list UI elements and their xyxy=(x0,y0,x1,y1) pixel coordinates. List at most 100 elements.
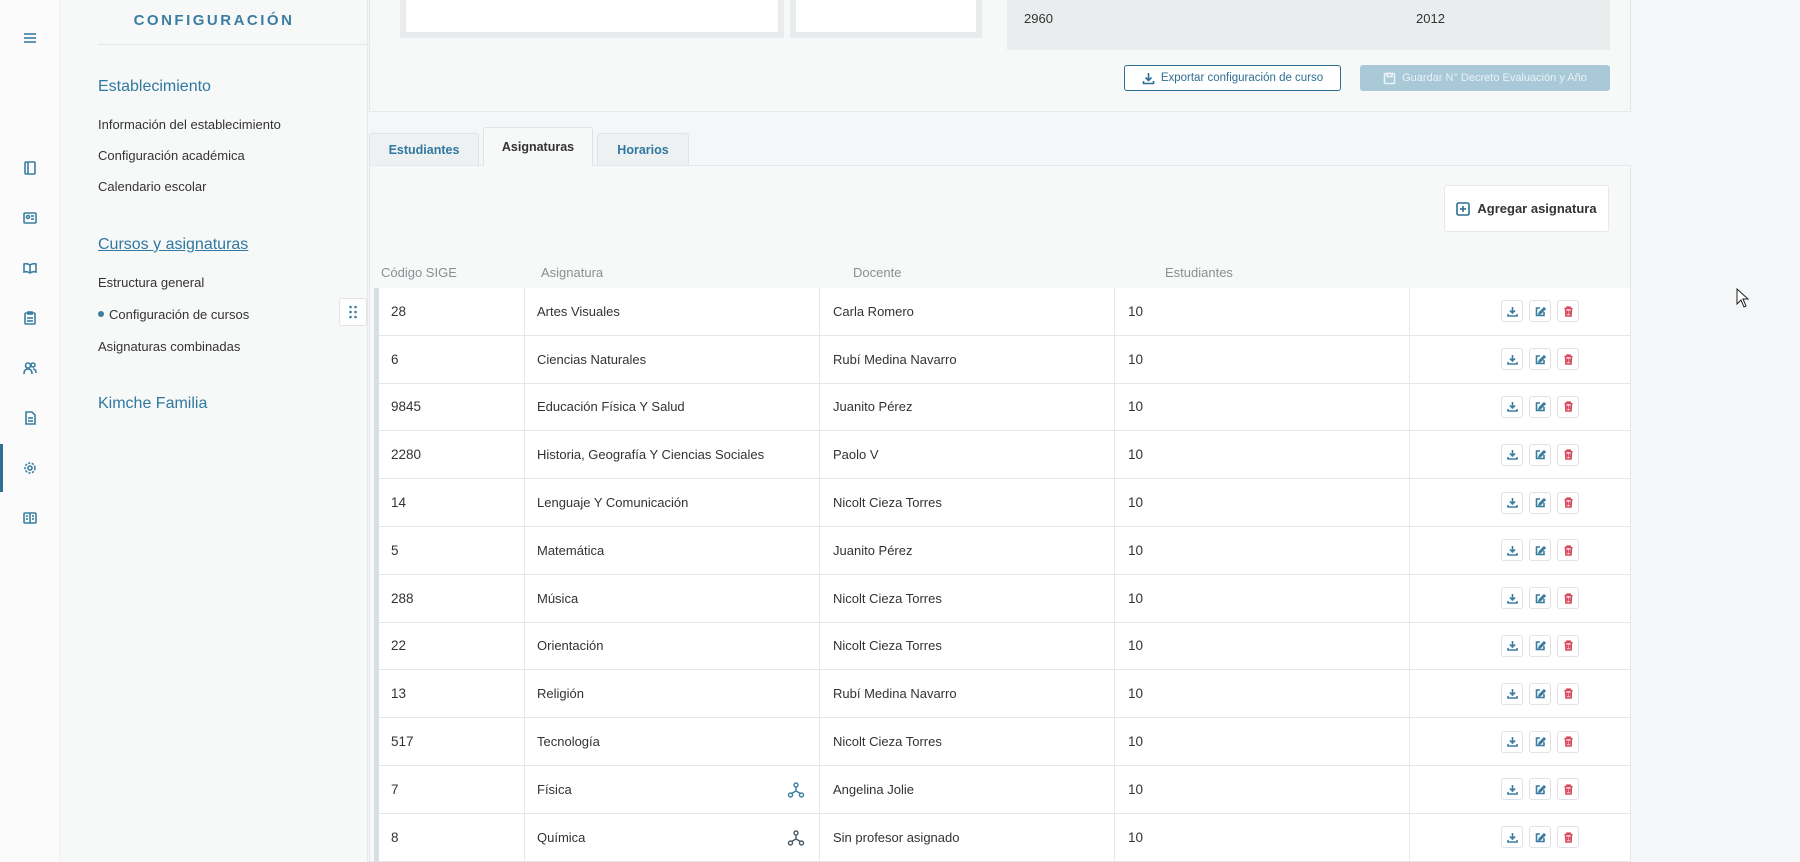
cell-actions xyxy=(1410,814,1630,861)
clipboard-icon[interactable] xyxy=(0,298,60,338)
cell-code: 13 xyxy=(379,670,525,718)
merge-icon[interactable] xyxy=(787,829,805,847)
edit-icon[interactable] xyxy=(1529,443,1551,466)
cell-students: 10 xyxy=(1115,288,1410,335)
trash-icon[interactable] xyxy=(1557,539,1579,562)
download-icon[interactable] xyxy=(1501,300,1523,323)
download-icon[interactable] xyxy=(1501,348,1523,371)
cell-teacher: Nicolt Cieza Torres xyxy=(820,622,1115,670)
download-icon[interactable] xyxy=(1501,778,1523,801)
users-icon[interactable] xyxy=(0,348,60,388)
cell-subject: Lenguaje Y Comunicación xyxy=(525,479,820,526)
cell-teacher: Juanito Pérez xyxy=(820,526,1115,574)
download-icon[interactable] xyxy=(1501,826,1523,849)
edit-icon[interactable] xyxy=(1529,539,1551,562)
trash-icon[interactable] xyxy=(1557,682,1579,705)
header-asignatura: Asignatura xyxy=(541,265,604,280)
download-icon[interactable] xyxy=(1501,682,1523,705)
decree-year: 2012 xyxy=(1416,11,1445,26)
merge-icon[interactable] xyxy=(787,781,805,799)
subject-name: Tecnología xyxy=(537,734,600,750)
trash-icon[interactable] xyxy=(1557,634,1579,657)
tab-estudiantes[interactable]: Estudiantes xyxy=(369,133,479,165)
document-icon[interactable] xyxy=(0,398,60,438)
sidebar-link-config-academica[interactable]: Configuración académica xyxy=(98,148,245,163)
subject-name: Matemática xyxy=(537,542,605,558)
sidebar-link-calendario[interactable]: Calendario escolar xyxy=(98,179,206,194)
cell-code: 7 xyxy=(379,765,525,813)
download-icon[interactable] xyxy=(1501,634,1523,657)
subject-name: Artes Visuales xyxy=(537,303,620,319)
edit-icon[interactable] xyxy=(1529,682,1551,705)
edit-icon[interactable] xyxy=(1529,491,1551,514)
cell-students: 10 xyxy=(1115,670,1410,718)
download-icon[interactable] xyxy=(1501,395,1523,418)
download-icon[interactable] xyxy=(1501,539,1523,562)
table-row: 5 Matemática Juanito Pérez 10 xyxy=(379,526,1630,575)
menu-icon[interactable] xyxy=(0,18,60,58)
sidebar-link-estructura[interactable]: Estructura general xyxy=(98,275,204,290)
edit-icon[interactable] xyxy=(1529,300,1551,323)
table-row: 13 Religión Rubí Medina Navarro 10 xyxy=(379,670,1630,719)
drag-handle-icon[interactable] xyxy=(339,298,367,326)
tab-asignaturas[interactable]: Asignaturas xyxy=(483,127,593,166)
cell-students: 10 xyxy=(1115,765,1410,813)
sidebar-link-informacion[interactable]: Información del establecimiento xyxy=(98,117,281,132)
cell-subject: Ciencias Naturales xyxy=(525,335,820,383)
section-familia[interactable]: Kimche Familia xyxy=(98,395,207,413)
cell-subject: Matemática xyxy=(525,526,820,574)
save-decree-button[interactable]: Guardar N° Decreto Evaluación y Año xyxy=(1360,65,1610,91)
edit-icon[interactable] xyxy=(1529,395,1551,418)
cell-actions xyxy=(1410,479,1630,526)
cell-teacher: Sin profesor asignado xyxy=(820,813,1115,861)
add-subject-button[interactable]: Agregar asignatura xyxy=(1444,185,1609,232)
sidebar-link-combinadas[interactable]: Asignaturas combinadas xyxy=(98,339,240,354)
header-estudiantes: Estudiantes xyxy=(1165,265,1233,280)
cell-code: 28 xyxy=(379,288,525,335)
trash-icon[interactable] xyxy=(1557,730,1579,753)
download-icon xyxy=(1142,72,1155,84)
trash-icon[interactable] xyxy=(1557,300,1579,323)
download-icon[interactable] xyxy=(1501,491,1523,514)
trash-icon[interactable] xyxy=(1557,395,1579,418)
manual-icon[interactable] xyxy=(0,498,60,538)
edit-icon[interactable] xyxy=(1529,778,1551,801)
download-icon[interactable] xyxy=(1501,730,1523,753)
download-icon[interactable] xyxy=(1501,587,1523,610)
trash-icon[interactable] xyxy=(1557,491,1579,514)
cell-subject: Física xyxy=(525,765,820,813)
gear-icon[interactable] xyxy=(0,444,60,492)
cell-actions xyxy=(1410,336,1630,383)
edit-icon[interactable] xyxy=(1529,348,1551,371)
section-establecimiento[interactable]: Establecimiento xyxy=(98,78,211,96)
table-row: 2280 Historia, Geografía Y Ciencias Soci… xyxy=(379,431,1630,480)
table-row: 28 Artes Visuales Carla Romero 10 xyxy=(379,288,1630,336)
subject-name: Religión xyxy=(537,686,584,702)
book-icon[interactable] xyxy=(0,148,60,188)
section-cursos[interactable]: Cursos y asignaturas xyxy=(98,236,248,254)
trash-icon[interactable] xyxy=(1557,348,1579,371)
cell-code: 9845 xyxy=(379,383,525,431)
sidebar-link-config-cursos[interactable]: Configuración de cursos xyxy=(109,307,249,322)
cell-actions xyxy=(1410,384,1630,431)
download-icon[interactable] xyxy=(1501,443,1523,466)
cell-code: 14 xyxy=(379,479,525,526)
export-config-button[interactable]: Exportar configuración de curso xyxy=(1124,65,1341,91)
cell-actions xyxy=(1410,623,1630,670)
edit-icon[interactable] xyxy=(1529,826,1551,849)
edit-icon[interactable] xyxy=(1529,634,1551,657)
cell-students: 10 xyxy=(1115,431,1410,479)
tab-horarios[interactable]: Horarios xyxy=(597,133,689,165)
cell-students: 10 xyxy=(1115,335,1410,383)
table-row: 517 Tecnología Nicolt Cieza Torres 10 xyxy=(379,718,1630,766)
trash-icon[interactable] xyxy=(1557,587,1579,610)
edit-icon[interactable] xyxy=(1529,587,1551,610)
table-row: 6 Ciencias Naturales Rubí Medina Navarro… xyxy=(379,335,1630,384)
trash-icon[interactable] xyxy=(1557,826,1579,849)
decree-number: 2960 xyxy=(1024,11,1053,26)
trash-icon[interactable] xyxy=(1557,443,1579,466)
open-book-icon[interactable] xyxy=(0,248,60,288)
id-card-icon[interactable] xyxy=(0,198,60,238)
trash-icon[interactable] xyxy=(1557,778,1579,801)
edit-icon[interactable] xyxy=(1529,730,1551,753)
